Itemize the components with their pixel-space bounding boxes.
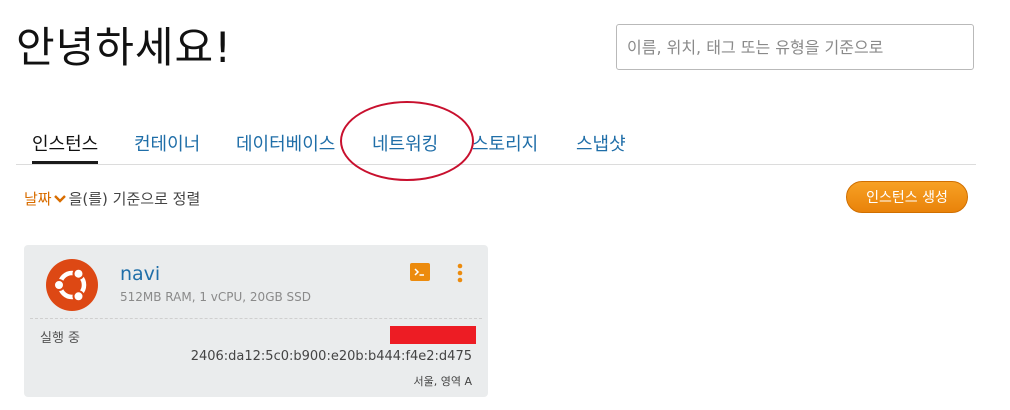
card-divider xyxy=(30,318,482,319)
chevron-down-icon xyxy=(53,194,66,203)
instance-name-link[interactable]: navi xyxy=(120,263,160,285)
sort-field-label: 날짜 xyxy=(24,190,52,208)
instance-spec: 512MB RAM, 1 vCPU, 20GB SSD xyxy=(120,290,312,304)
instance-region: 서울, 영역 A xyxy=(413,375,473,388)
search-input[interactable] xyxy=(616,24,974,70)
create-instance-button[interactable]: 인스턴스 생성 xyxy=(846,181,968,213)
tab-instances[interactable]: 인스턴스 xyxy=(32,130,99,164)
sort-suffix-text: 을(를) 기준으로 정렬 xyxy=(68,190,201,208)
tab-containers[interactable]: 컨테이너 xyxy=(134,130,200,156)
sort-control: 날짜 을(를) 기준으로 정렬 xyxy=(24,188,200,209)
instance-card: navi 512MB RAM, 1 vCPU, 20GB SSD 실행 중 24… xyxy=(24,245,488,397)
page-greeting: 안녕하세요! xyxy=(16,23,233,72)
terminal-icon[interactable] xyxy=(410,263,430,281)
tab-bar: 인스턴스 컨테이너 데이터베이스 네트워킹 스토리지 스냅샷 xyxy=(16,128,976,165)
redacted-ip-box xyxy=(390,326,476,344)
ubuntu-logo-icon xyxy=(46,259,98,311)
tab-networking[interactable]: 네트워킹 xyxy=(372,130,438,156)
instance-status: 실행 중 xyxy=(40,331,81,346)
instance-ipv6: 2406:da12:5c0:b900:e20b:b444:f4e2:d475 xyxy=(190,349,472,364)
tab-databases[interactable]: 데이터베이스 xyxy=(236,130,335,156)
sort-field-dropdown[interactable]: 날짜 xyxy=(24,190,69,208)
vertical-ellipsis-icon[interactable] xyxy=(454,263,466,283)
tab-snapshots[interactable]: 스냅샷 xyxy=(576,130,626,156)
tab-storage[interactable]: 스토리지 xyxy=(472,130,538,156)
